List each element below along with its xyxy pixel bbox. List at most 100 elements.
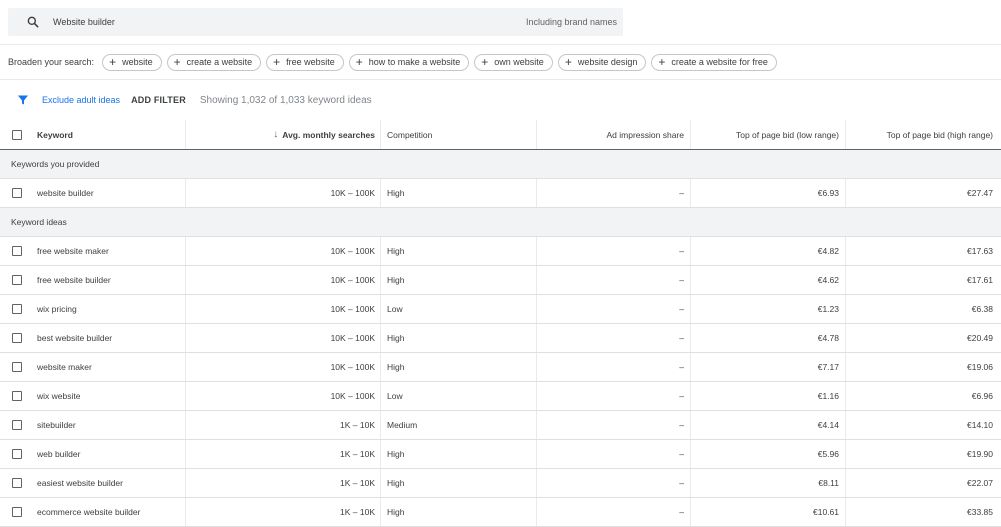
row-checkbox[interactable]: [12, 246, 22, 256]
plus-icon: +: [355, 55, 363, 69]
row-select-cell: [0, 382, 32, 410]
high-bid-cell: €6.38: [971, 304, 993, 314]
broaden-chip[interactable]: + website: [102, 53, 162, 71]
competition-cell: High: [387, 188, 405, 198]
table-row[interactable]: website maker 10K – 100K High – €7.17 €19.06: [0, 353, 1001, 382]
table-row[interactable]: ecommerce website builder 1K – 10K High – €1…: [0, 498, 1001, 527]
plus-icon: +: [658, 55, 666, 69]
low-bid-cell: €4.82: [691, 237, 846, 265]
table-row[interactable]: website builder 10K – 100K High – €6.93 €27.4…: [0, 179, 1001, 208]
filter-icon[interactable]: [17, 94, 29, 106]
row-checkbox[interactable]: [12, 478, 22, 488]
chip-label: create a website: [186, 57, 253, 67]
header-avg-monthly-searches[interactable]: ↓ Avg. monthly searches: [185, 120, 381, 149]
competition-cell: High: [387, 246, 405, 256]
table-row[interactable]: best website builder 10K – 100K High – €4.78…: [0, 324, 1001, 353]
competition-cell: High: [387, 275, 405, 285]
low-bid-cell: €7.17: [691, 353, 846, 381]
high-bid-cell: €20.49: [967, 333, 993, 343]
table-row[interactable]: free website builder 10K – 100K High – €4.62…: [0, 266, 1001, 295]
ad-share-cell: –: [536, 266, 691, 294]
table-row[interactable]: easiest website builder 1K – 10K High – €8.1…: [0, 469, 1001, 498]
plus-icon: +: [109, 55, 117, 69]
low-bid-cell: €8.11: [691, 469, 846, 497]
ad-share-cell: –: [536, 382, 691, 410]
high-bid-cell: €27.47: [967, 188, 993, 198]
keyword-table: Keyword ↓ Avg. monthly searches Competit…: [0, 120, 1001, 527]
search-query[interactable]: Website builder: [53, 17, 115, 27]
row-checkbox[interactable]: [12, 333, 22, 343]
ad-share-cell: –: [536, 353, 691, 381]
broaden-chip[interactable]: + own website: [474, 53, 553, 71]
search-bar[interactable]: Website builder Including brand names: [8, 8, 623, 36]
row-checkbox[interactable]: [12, 362, 22, 372]
row-select-cell: [0, 324, 32, 352]
chip-label: website: [122, 57, 153, 67]
plus-icon: +: [173, 55, 181, 69]
header-high-bid[interactable]: Top of page bid (high range): [846, 120, 1001, 149]
row-select-cell: [0, 469, 32, 497]
ad-share-cell: –: [536, 295, 691, 323]
row-checkbox[interactable]: [12, 304, 22, 314]
avg-searches-cell: 10K – 100K: [185, 324, 381, 352]
plus-icon: +: [564, 55, 572, 69]
avg-searches-cell: 1K – 10K: [185, 469, 381, 497]
keyword-cell: website builder: [37, 188, 94, 198]
competition-cell: Low: [387, 391, 403, 401]
row-checkbox[interactable]: [12, 188, 22, 198]
broaden-chip[interactable]: + free website: [266, 53, 344, 71]
high-bid-cell: €14.10: [967, 420, 993, 430]
row-select-cell: [0, 266, 32, 294]
broaden-chip[interactable]: + website design: [557, 53, 647, 71]
keyword-cell: website maker: [37, 362, 92, 372]
row-checkbox[interactable]: [12, 507, 22, 517]
keyword-cell: free website maker: [37, 246, 109, 256]
avg-searches-cell: 10K – 100K: [185, 382, 381, 410]
chip-label: create a website for free: [671, 57, 768, 67]
row-checkbox[interactable]: [12, 391, 22, 401]
table-row[interactable]: sitebuilder 1K – 10K Medium – €4.14 €14.10: [0, 411, 1001, 440]
high-bid-cell: €6.96: [971, 391, 993, 401]
brand-names-toggle[interactable]: Including brand names: [526, 17, 617, 27]
keyword-cell: sitebuilder: [37, 420, 76, 430]
broaden-chip[interactable]: + how to make a website: [348, 53, 470, 71]
header-ad-impression-share[interactable]: Ad impression share: [536, 120, 691, 149]
filter-bar: Exclude adult ideas ADD FILTER Showing 1…: [0, 90, 372, 110]
table-body: Keywords you provided website builder 10K …: [0, 150, 1001, 527]
high-bid-cell: €19.06: [967, 362, 993, 372]
ad-share-cell: –: [536, 179, 691, 207]
avg-searches-cell: 1K – 10K: [185, 411, 381, 439]
keyword-cell: ecommerce website builder: [37, 507, 141, 517]
ad-share-cell: –: [536, 440, 691, 468]
chip-label: free website: [286, 57, 335, 67]
avg-searches-cell: 10K – 100K: [185, 266, 381, 294]
high-bid-cell: €19.90: [967, 449, 993, 459]
header-keyword[interactable]: Keyword: [32, 120, 185, 149]
plus-icon: +: [481, 55, 489, 69]
broaden-chip[interactable]: + create a website for free: [651, 53, 777, 71]
table-row[interactable]: wix pricing 10K – 100K Low – €1.23 €6.38: [0, 295, 1001, 324]
row-checkbox[interactable]: [12, 449, 22, 459]
exclude-adult-ideas[interactable]: Exclude adult ideas: [42, 95, 120, 105]
keyword-cell: best website builder: [37, 333, 113, 343]
competition-cell: High: [387, 362, 405, 372]
broaden-chip[interactable]: + create a website: [166, 53, 262, 71]
table-row[interactable]: web builder 1K – 10K High – €5.96 €19.90: [0, 440, 1001, 469]
divider: [0, 44, 1001, 45]
ad-share-cell: –: [536, 498, 691, 526]
high-bid-cell: €17.63: [967, 246, 993, 256]
competition-cell: High: [387, 507, 405, 517]
select-all-checkbox[interactable]: [12, 129, 22, 140]
header-low-bid[interactable]: Top of page bid (low range): [691, 120, 846, 149]
keyword-cell: free website builder: [37, 275, 111, 285]
add-filter-button[interactable]: ADD FILTER: [131, 95, 186, 105]
group-header: Keyword ideas: [0, 208, 1001, 237]
header-competition[interactable]: Competition: [381, 120, 536, 149]
table-row[interactable]: free website maker 10K – 100K High – €4.82 €1…: [0, 237, 1001, 266]
table-row[interactable]: wix website 10K – 100K Low – €1.16 €6.96: [0, 382, 1001, 411]
low-bid-cell: €1.16: [691, 382, 846, 410]
row-checkbox[interactable]: [12, 420, 22, 430]
row-select-cell: [0, 179, 32, 207]
row-checkbox[interactable]: [12, 275, 22, 285]
low-bid-cell: €5.96: [691, 440, 846, 468]
